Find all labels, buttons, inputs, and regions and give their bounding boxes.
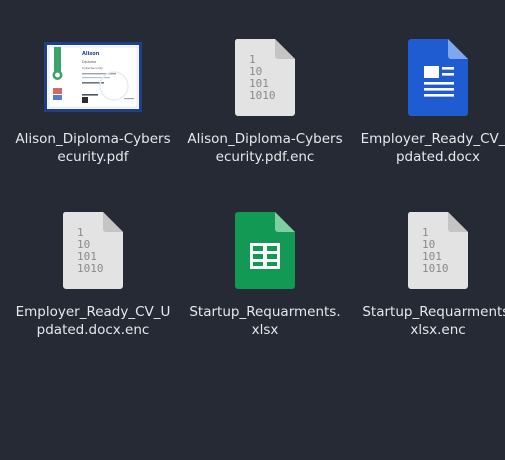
file-name: Startup_Requarments.xlsx: [189, 304, 341, 338]
file-thumbnail: 1 10 101 1010: [356, 210, 505, 290]
file-item-docx-enc[interactable]: 1 10 101 1010 Employer_Ready_CV_Updated.…: [11, 210, 175, 339]
file-name: Employer_Ready_CV_Updated.docx: [360, 131, 505, 165]
file-name: Alison_Diploma-Cybersecurity.pdf: [15, 131, 171, 165]
binary-line: 1010: [249, 89, 276, 102]
certificate-subheading: Cybersecurity: [82, 66, 103, 70]
file-thumbnail: [356, 37, 505, 117]
binary-file-icon: 1 10 101 1010: [62, 212, 123, 289]
file-name: Alison_Diploma-Cybersecurity.pdf.enc: [187, 131, 343, 165]
certificate-heading: Diploma: [82, 60, 96, 64]
spreadsheet-file-icon: [235, 212, 295, 289]
file-thumbnail: Alison Diploma Cybersecurity: [11, 37, 175, 117]
binary-file-icon: 1 10 101 1010: [234, 39, 295, 116]
file-item-pdf-enc[interactable]: 1 10 101 1010 Alison_Diploma-Cybersecuri…: [183, 37, 347, 166]
file-name: Startup_Requarments.xlsx.enc: [362, 304, 505, 338]
binary-line: 1010: [77, 262, 104, 275]
certificate-thumbnail-icon: Alison Diploma Cybersecurity: [44, 42, 142, 112]
file-item-pdf[interactable]: Alison Diploma Cybersecurity Alison_Dipl…: [11, 37, 175, 166]
file-thumbnail: 1 10 101 1010: [183, 37, 347, 117]
file-grid: Alison Diploma Cybersecurity Alison_Dipl…: [0, 0, 505, 460]
file-thumbnail: [183, 210, 347, 290]
file-item-xlsx[interactable]: Startup_Requarments.xlsx: [183, 210, 347, 339]
binary-file-icon: 1 10 101 1010: [407, 212, 468, 289]
file-item-docx[interactable]: Employer_Ready_CV_Updated.docx: [356, 37, 505, 166]
file-thumbnail: 1 10 101 1010: [11, 210, 175, 290]
document-file-icon: [408, 39, 468, 116]
file-name: Employer_Ready_CV_Updated.docx.enc: [15, 304, 171, 338]
certificate-brand: Alison: [82, 51, 100, 57]
binary-line: 1010: [422, 262, 449, 275]
file-item-xlsx-enc[interactable]: 1 10 101 1010 Startup_Requarments.xlsx.e…: [356, 210, 505, 339]
